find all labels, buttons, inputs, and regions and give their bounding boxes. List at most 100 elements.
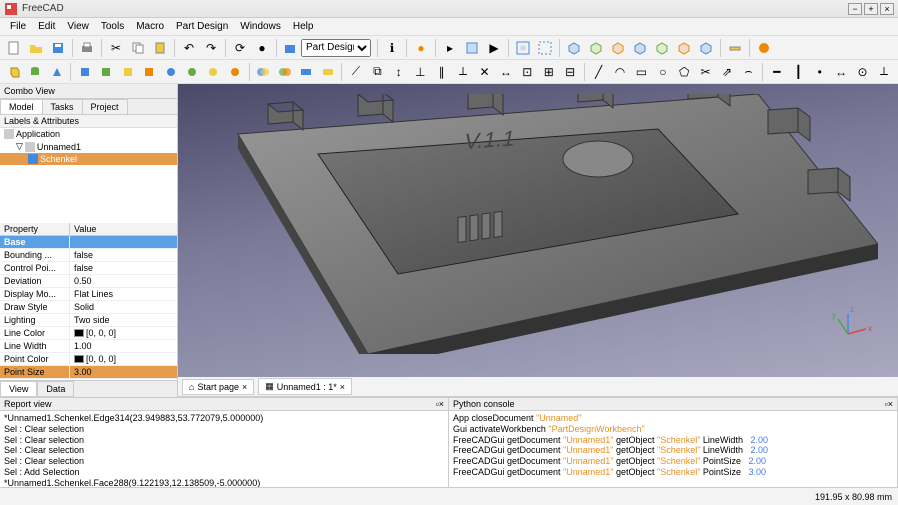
tab-project[interactable]: Project xyxy=(82,99,128,114)
tree-item[interactable]: Schenkel xyxy=(0,153,177,165)
constr5-icon[interactable]: ⊙ xyxy=(853,62,872,82)
bool3-icon[interactable] xyxy=(296,62,315,82)
fit-icon[interactable] xyxy=(513,38,533,58)
op5-icon[interactable]: ∥ xyxy=(432,62,451,82)
close-tab-icon[interactable]: × xyxy=(340,382,345,392)
macro-next-icon[interactable]: ▸ xyxy=(440,38,460,58)
panel-close-icon[interactable]: ▫× xyxy=(436,399,444,409)
copy-icon[interactable] xyxy=(128,38,148,58)
op10-icon[interactable]: ⊞ xyxy=(539,62,558,82)
menu-partdesign[interactable]: Part Design xyxy=(170,19,234,34)
macro-icon[interactable] xyxy=(462,38,482,58)
view-iso-icon[interactable] xyxy=(564,38,584,58)
measure-icon[interactable] xyxy=(725,38,745,58)
undo-icon[interactable]: ↶ xyxy=(179,38,199,58)
prim1-icon[interactable] xyxy=(75,62,94,82)
menu-macro[interactable]: Macro xyxy=(130,19,170,34)
prop-row[interactable]: Point Color[0, 0, 0] xyxy=(0,353,177,366)
constr6-icon[interactable]: ⟂ xyxy=(874,62,893,82)
menu-tools[interactable]: Tools xyxy=(95,19,130,34)
open-icon[interactable] xyxy=(26,38,46,58)
prop-row[interactable]: Line Color[0, 0, 0] xyxy=(0,327,177,340)
tab-data[interactable]: Data xyxy=(37,381,74,397)
prop-row[interactable]: Deviation0.50 xyxy=(0,275,177,288)
close-tab-icon[interactable]: × xyxy=(242,382,247,392)
appearance-icon[interactable] xyxy=(754,38,774,58)
sketch-trim-icon[interactable]: ✂ xyxy=(696,62,715,82)
bool2-icon[interactable] xyxy=(275,62,294,82)
minimize-button[interactable]: − xyxy=(848,3,862,15)
menu-edit[interactable]: Edit xyxy=(32,19,61,34)
constr3-icon[interactable]: • xyxy=(810,62,829,82)
prop-row[interactable]: Bounding ...false xyxy=(0,249,177,262)
print-icon[interactable] xyxy=(77,38,97,58)
sketch-rect-icon[interactable]: ▭ xyxy=(632,62,651,82)
tree-item[interactable]: ▽Unnamed1 xyxy=(0,140,177,153)
op2-icon[interactable]: ⧉ xyxy=(368,62,387,82)
maximize-button[interactable]: + xyxy=(864,3,878,15)
constr4-icon[interactable]: ↔ xyxy=(831,62,850,82)
prim6-icon[interactable] xyxy=(182,62,201,82)
bool1-icon[interactable] xyxy=(254,62,273,82)
bool4-icon[interactable] xyxy=(318,62,337,82)
prim5-icon[interactable] xyxy=(161,62,180,82)
box-icon[interactable] xyxy=(4,62,23,82)
stop-icon[interactable]: ● xyxy=(252,38,272,58)
sketch-circle-icon[interactable]: ○ xyxy=(653,62,672,82)
sketch-arc-icon[interactable]: ◠ xyxy=(610,62,629,82)
tree-item[interactable]: Application xyxy=(0,128,177,140)
menu-windows[interactable]: Windows xyxy=(234,19,287,34)
view-rear-icon[interactable] xyxy=(652,38,672,58)
op8-icon[interactable]: ↔ xyxy=(496,62,515,82)
sketch-line-icon[interactable]: ╱ xyxy=(589,62,608,82)
cone-icon[interactable] xyxy=(47,62,66,82)
whatsthis-icon[interactable]: ℹ xyxy=(382,38,402,58)
sketch-fillet-icon[interactable]: ⌢ xyxy=(739,62,758,82)
prim2-icon[interactable] xyxy=(97,62,116,82)
tab-tasks[interactable]: Tasks xyxy=(42,99,83,114)
tab-view[interactable]: View xyxy=(0,381,37,397)
tab-model[interactable]: Model xyxy=(0,99,43,114)
new-icon[interactable] xyxy=(4,38,24,58)
save-icon[interactable] xyxy=(48,38,68,58)
prim4-icon[interactable] xyxy=(140,62,159,82)
constr1-icon[interactable]: ━ xyxy=(767,62,786,82)
refresh-icon[interactable]: ⟳ xyxy=(230,38,250,58)
play-icon[interactable]: ▶ xyxy=(484,38,504,58)
prim3-icon[interactable] xyxy=(118,62,137,82)
op4-icon[interactable]: ⊥ xyxy=(411,62,430,82)
menu-file[interactable]: File xyxy=(4,19,32,34)
workbench-select[interactable]: Part Design xyxy=(301,39,371,57)
op3-icon[interactable]: ↕ xyxy=(389,62,408,82)
prop-row[interactable]: Line Width1.00 xyxy=(0,340,177,353)
menu-help[interactable]: Help xyxy=(287,19,320,34)
view-right-icon[interactable] xyxy=(630,38,650,58)
cut-icon[interactable]: ✂ xyxy=(106,38,126,58)
prop-row[interactable]: Point Size3.00 xyxy=(0,366,177,379)
op6-icon[interactable]: ⟂ xyxy=(453,62,472,82)
view-front-icon[interactable] xyxy=(586,38,606,58)
paste-icon[interactable] xyxy=(150,38,170,58)
cylinder-icon[interactable] xyxy=(25,62,44,82)
dot-icon[interactable]: ● xyxy=(411,38,431,58)
op9-icon[interactable]: ⊡ xyxy=(518,62,537,82)
menu-view[interactable]: View xyxy=(61,19,95,34)
prop-row[interactable]: LightingTwo side xyxy=(0,314,177,327)
op11-icon[interactable]: ⊟ xyxy=(560,62,579,82)
redo-icon[interactable]: ↷ xyxy=(201,38,221,58)
constr2-icon[interactable]: ┃ xyxy=(789,62,808,82)
report-body[interactable]: *Unnamed1.Schenkel.Edge314(23.949883,53.… xyxy=(0,411,448,487)
op7-icon[interactable]: ✕ xyxy=(475,62,494,82)
view-bottom-icon[interactable] xyxy=(674,38,694,58)
close-button[interactable]: × xyxy=(880,3,894,15)
panel-close-icon[interactable]: ▫× xyxy=(885,399,893,409)
view-left-icon[interactable] xyxy=(696,38,716,58)
prim7-icon[interactable] xyxy=(204,62,223,82)
console-body[interactable]: App closeDocument "Unnamed"Gui activateW… xyxy=(449,411,897,487)
prop-row[interactable]: Control Poi...false xyxy=(0,262,177,275)
op1-icon[interactable]: ⟋ xyxy=(346,62,365,82)
sketch-poly-icon[interactable]: ⬠ xyxy=(675,62,694,82)
canvas-3d[interactable]: V.1.1 x y z xyxy=(178,84,898,377)
sketch-ext-icon[interactable]: ⇗ xyxy=(717,62,736,82)
view-top-icon[interactable] xyxy=(608,38,628,58)
